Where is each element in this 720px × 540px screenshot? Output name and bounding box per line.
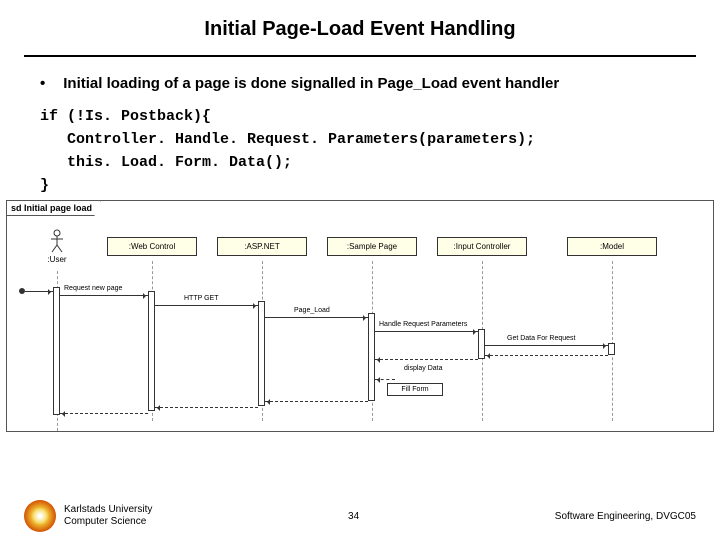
- obj-web-control: :Web Control: [107, 237, 197, 256]
- self-arrow: [375, 379, 395, 380]
- msg-page-load: Page_Load: [292, 307, 332, 314]
- page-number: 34: [348, 511, 359, 522]
- obj-input-controller: :Input Controller: [437, 237, 527, 256]
- uni-line2: Computer Science: [64, 516, 152, 528]
- msg-get-data: Get Data For Request: [505, 335, 577, 342]
- obj-asp-net: :ASP.NET: [217, 237, 307, 256]
- msg-display-data: display Data: [402, 365, 445, 372]
- activation: [53, 287, 60, 415]
- university-logo: [24, 500, 56, 532]
- arrow: [60, 295, 148, 296]
- title-divider: [24, 55, 696, 57]
- obj-sample-page: :Sample Page: [327, 237, 417, 256]
- arrow: [25, 291, 53, 292]
- bullet-text: Initial loading of a page is done signal…: [63, 75, 559, 92]
- university-name: Karlstads University Computer Science: [64, 504, 152, 528]
- msg-handle-params: Handle Request Parameters: [377, 321, 469, 328]
- bullet-dot: •: [40, 75, 45, 92]
- return-arrow: [60, 413, 148, 414]
- frame-label: sd Initial page load: [6, 200, 101, 216]
- activation: [258, 301, 265, 406]
- arrow: [155, 305, 258, 306]
- return-arrow: [155, 407, 258, 408]
- arrow: [375, 331, 478, 332]
- code-line-3: this. Load. Form. Data();: [0, 154, 720, 177]
- return-arrow: [485, 355, 608, 356]
- actor-icon: [49, 229, 65, 253]
- footer-left: Karlstads University Computer Science: [24, 500, 152, 532]
- msg-http-get: HTTP GET: [182, 295, 220, 302]
- note-fill-form: Fill Form: [387, 383, 443, 396]
- activation: [148, 291, 155, 411]
- arrow: [265, 317, 368, 318]
- return-arrow: [265, 401, 368, 402]
- return-arrow: [375, 359, 478, 360]
- arrow: [485, 345, 608, 346]
- footer: Karlstads University Computer Science 34…: [0, 500, 720, 532]
- lifeline: [612, 261, 613, 421]
- msg-request-page: Request new page: [62, 285, 124, 292]
- slide-title: Initial Page-Load Event Handling: [0, 0, 720, 55]
- activation: [608, 343, 615, 355]
- sequence-diagram: sd Initial page load :User :Web Control …: [6, 200, 714, 432]
- course-code: Software Engineering, DVGC05: [555, 511, 696, 522]
- code-line-1: if (!Is. Postback){: [0, 108, 720, 131]
- code-line-4: }: [0, 177, 720, 200]
- actor-user: :User: [37, 229, 77, 264]
- actor-label: :User: [37, 255, 77, 264]
- uni-line1: Karlstads University: [64, 504, 152, 516]
- code-line-2: Controller. Handle. Request. Parameters(…: [0, 131, 720, 154]
- obj-model: :Model: [567, 237, 657, 256]
- bullet-item: • Initial loading of a page is done sign…: [0, 75, 720, 108]
